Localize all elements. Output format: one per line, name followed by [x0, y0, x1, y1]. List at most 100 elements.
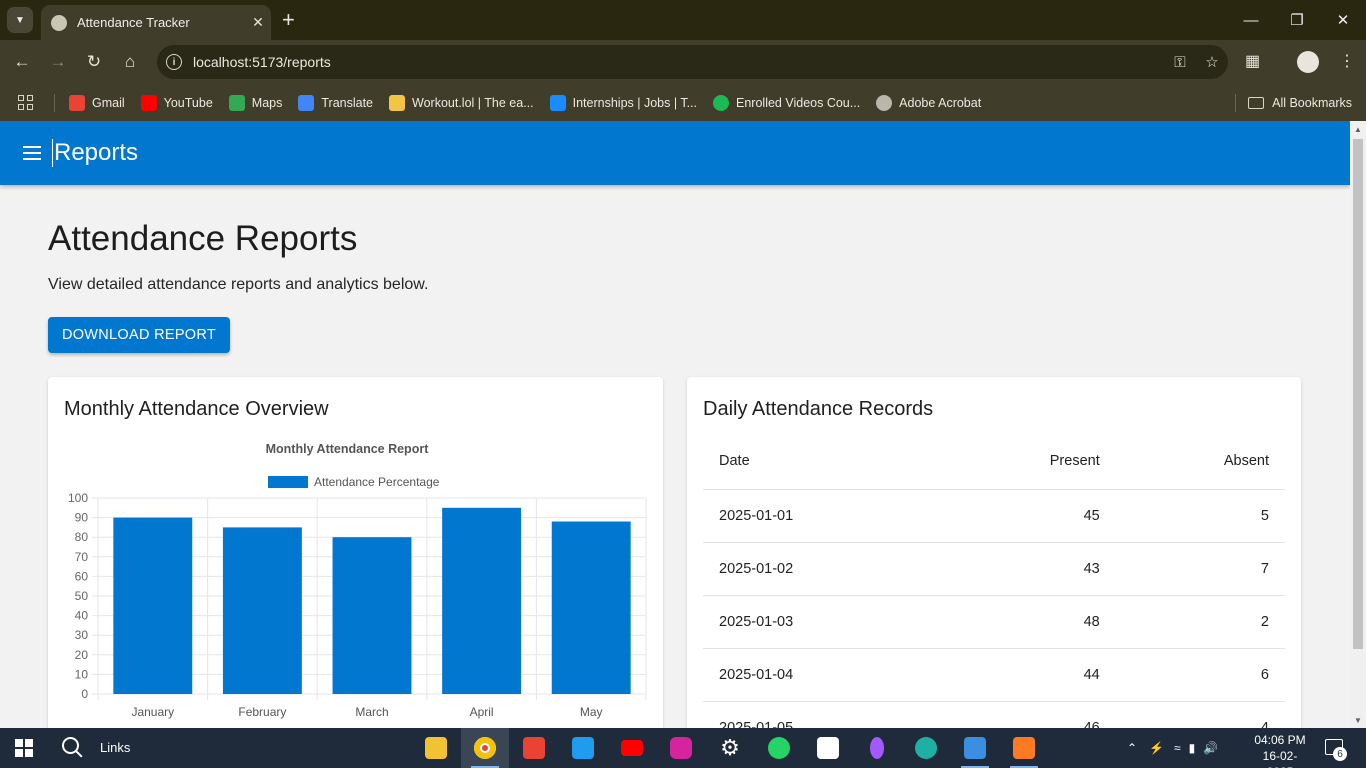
menu-icon[interactable]	[23, 146, 41, 160]
battery-saver-icon[interactable]: ⚡	[1149, 741, 1164, 755]
star-icon[interactable]: ☆	[1196, 53, 1228, 71]
extensions-icon[interactable]: ▦	[1245, 51, 1260, 71]
tab-search-button[interactable]: ▼	[7, 7, 33, 33]
maps-icon	[228, 94, 245, 111]
taskbar-youtube[interactable]	[608, 728, 656, 768]
x-tick-label: January	[131, 705, 174, 719]
page-scrollbar[interactable]: ▲ ▼	[1350, 121, 1366, 728]
apps-grid-icon[interactable]	[18, 94, 34, 111]
system-tray: ⌃ ⚡ ≈ ▮ 🔊	[1127, 728, 1218, 768]
download-report-button[interactable]: DOWNLOAD REPORT	[48, 317, 230, 353]
bookmark-internships[interactable]: Internships | Jobs | T...	[549, 94, 697, 111]
taskbar-file-explorer[interactable]	[412, 728, 460, 768]
x-tick-label: April	[470, 705, 494, 719]
back-arrow-icon[interactable]: ←	[11, 51, 33, 73]
app-bar-title: Reports	[52, 139, 139, 167]
bookmark-enrolled-videos[interactable]: Enrolled Videos Cou...	[713, 94, 860, 111]
page-viewport: Reports Attendance Reports View detailed…	[0, 121, 1350, 728]
wifi-icon[interactable]: ≈	[1174, 741, 1181, 755]
battery-icon[interactable]: ▮	[1189, 741, 1196, 755]
taskbar-clock[interactable]: 04:06 PM 16-02-2025	[1250, 732, 1310, 768]
key-icon[interactable]: ⚿	[1164, 54, 1196, 71]
taskbar-photos[interactable]	[951, 728, 999, 768]
scroll-up-arrow-icon[interactable]: ▲	[1354, 125, 1362, 134]
all-bookmarks-button[interactable]: All Bookmarks	[1248, 84, 1352, 121]
site-info-icon[interactable]: i	[166, 54, 182, 70]
instagram-icon	[670, 737, 692, 759]
header-present[interactable]: Present	[935, 433, 1116, 490]
forward-arrow-icon[interactable]: →	[47, 51, 69, 73]
more-menu-icon[interactable]: ⋮	[1339, 51, 1355, 71]
taskbar-notion[interactable]	[804, 728, 852, 768]
close-icon[interactable]: ✕	[245, 14, 271, 31]
browser-toolbar: ← → ↻ ⌂ i localhost:5173/reports ⚿ ☆ ▦ ⋮	[0, 40, 1366, 84]
plus-icon[interactable]: +	[282, 8, 295, 32]
page-subtitle: View detailed attendance reports and ana…	[48, 276, 429, 293]
taskbar-chrome[interactable]	[461, 728, 509, 768]
taskbar-whatsapp[interactable]	[755, 728, 803, 768]
scroll-thumb[interactable]	[1353, 139, 1363, 649]
home-icon[interactable]: ⌂	[119, 51, 141, 73]
url-text[interactable]: localhost:5173/reports	[193, 54, 1164, 70]
cell-present: 44	[935, 648, 1116, 702]
taskbar-app-figma[interactable]	[853, 728, 901, 768]
notification-count-badge: 6	[1333, 747, 1347, 761]
gear-icon: ⚙	[720, 735, 740, 760]
bookmark-translate[interactable]: Translate	[298, 94, 373, 111]
reload-icon[interactable]: ↻	[83, 51, 105, 73]
clock-time: 04:06 PM	[1254, 733, 1306, 747]
cell-absent: 2	[1115, 595, 1285, 649]
chart-title: Monthly Attendance Report	[266, 442, 430, 456]
taskbar-edge[interactable]	[902, 728, 950, 768]
pen-tool-icon	[870, 737, 884, 759]
volume-icon[interactable]: 🔊	[1203, 741, 1218, 755]
folder-icon	[425, 737, 447, 759]
profile-avatar-icon[interactable]	[1297, 51, 1319, 73]
bookmark-gmail[interactable]: Gmail	[69, 94, 125, 111]
bookmark-adobe-acrobat[interactable]: Adobe Acrobat	[876, 94, 981, 111]
gmail-icon	[69, 94, 85, 111]
cell-present: 46	[935, 701, 1116, 728]
restore-icon[interactable]: ❐	[1274, 0, 1320, 40]
address-bar[interactable]: i localhost:5173/reports ⚿ ☆	[157, 45, 1228, 79]
minimize-icon[interactable]: —	[1228, 0, 1274, 40]
bookmark-workout[interactable]: Workout.lol | The ea...	[389, 94, 534, 111]
x-tick-label: March	[355, 705, 388, 719]
taskbar-settings[interactable]: ⚙	[706, 728, 754, 768]
taskbar-search-label[interactable]: Links	[100, 740, 130, 755]
header-absent[interactable]: Absent	[1115, 433, 1285, 490]
windows-start-icon[interactable]	[15, 739, 33, 757]
cell-present: 43	[935, 542, 1116, 596]
attendance-table: Date Present Absent 2025-01-01 45 5 2025…	[703, 433, 1285, 728]
bookmark-youtube[interactable]: YouTube	[140, 94, 213, 111]
taskbar-xampp[interactable]	[1000, 728, 1048, 768]
scroll-down-arrow-icon[interactable]: ▼	[1354, 716, 1362, 725]
table-row: 2025-01-05 46 4	[703, 701, 1285, 728]
browser-tab-active[interactable]: Attendance Tracker ✕	[41, 5, 271, 40]
bar	[113, 517, 193, 694]
close-window-icon[interactable]: ✕	[1320, 0, 1366, 40]
taskbar-vscode[interactable]	[559, 728, 607, 768]
globe-icon	[876, 94, 893, 111]
bookmark-maps[interactable]: Maps	[228, 94, 282, 111]
y-tick-label: 20	[75, 648, 89, 662]
cell-present: 45	[935, 489, 1116, 543]
notion-icon	[817, 737, 839, 759]
tab-title: Attendance Tracker	[77, 15, 190, 30]
taskbar-instagram[interactable]	[657, 728, 705, 768]
y-tick-label: 40	[75, 609, 89, 623]
vscode-icon	[572, 737, 594, 759]
y-tick-label: 30	[75, 628, 89, 642]
table-row: 2025-01-04 44 6	[703, 648, 1285, 702]
table-row: 2025-01-03 48 2	[703, 595, 1285, 649]
y-tick-label: 100	[68, 491, 88, 505]
chevron-down-icon: ▼	[15, 14, 25, 26]
y-tick-label: 80	[75, 530, 89, 544]
header-date[interactable]: Date	[703, 433, 936, 490]
taskbar-gmail[interactable]	[510, 728, 558, 768]
chevron-up-icon[interactable]: ⌃	[1127, 741, 1137, 755]
cell-absent: 5	[1115, 489, 1285, 543]
y-tick-label: 50	[75, 589, 89, 603]
cell-absent: 6	[1115, 648, 1285, 702]
bar	[222, 527, 302, 694]
